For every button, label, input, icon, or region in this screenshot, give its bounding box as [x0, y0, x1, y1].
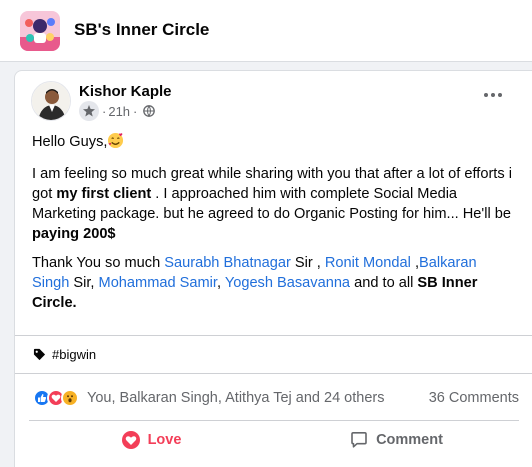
- post-paragraph-1: I am feeling so much great while sharing…: [32, 164, 512, 244]
- p2-text-c: ,: [410, 255, 419, 271]
- comment-icon: [351, 432, 367, 448]
- reaction-icons[interactable]: [33, 389, 79, 407]
- comment-label: Comment: [376, 432, 443, 448]
- tag-icon: [33, 348, 46, 360]
- p1-bold-first-client: my first client: [56, 186, 152, 202]
- action-bar: Love Comment: [29, 423, 519, 457]
- meta-separator: ·: [102, 103, 107, 119]
- post-paragraph-2: Thank You so much Saurabh Bhatnagar Sir …: [32, 253, 512, 313]
- more-options-icon[interactable]: [484, 89, 502, 101]
- group-title[interactable]: SB's Inner Circle: [74, 20, 209, 40]
- love-icon: [121, 431, 140, 449]
- comments-count[interactable]: 36 Comments: [429, 390, 519, 406]
- group-avatar-illustration-icon: [20, 11, 60, 51]
- love-button[interactable]: Love: [29, 423, 274, 457]
- divider: [29, 420, 519, 421]
- p2-text-d: Sir,: [69, 275, 99, 291]
- p2-text-b: Sir ,: [290, 255, 325, 271]
- hashtag-topic[interactable]: #bigwin: [33, 345, 96, 363]
- smiling-face-with-hearts-icon: [107, 132, 124, 155]
- group-member-badge-icon[interactable]: [79, 101, 99, 121]
- comment-button[interactable]: Comment: [274, 423, 519, 457]
- reactions-row: You, Balkaran Singh, Atithya Tej and 24 …: [33, 387, 519, 409]
- mention-yogesh-basavanna[interactable]: Yogesh Basavanna: [225, 275, 350, 291]
- p2-text-f: and to all: [350, 275, 418, 291]
- globe-icon[interactable]: [143, 105, 156, 117]
- hashtag-label: #bigwin: [52, 346, 97, 362]
- author-name[interactable]: Kishor Kaple: [79, 83, 172, 100]
- post-meta: · 21h ·: [79, 101, 156, 121]
- post-greeting-line: Hello Guys,: [32, 132, 512, 155]
- mention-ronit-mondal[interactable]: Ronit Mondal: [325, 255, 411, 271]
- p1-bold-payment: paying 200$: [32, 226, 116, 242]
- meta-separator-2: ·: [133, 103, 138, 119]
- divider: [15, 335, 532, 336]
- mention-saurabh-bhatnagar[interactable]: Saurabh Bhatnagar: [164, 255, 291, 271]
- post-greeting: Hello Guys,: [32, 134, 108, 150]
- love-label: Love: [147, 432, 182, 448]
- post-card: Kishor Kaple · 21h · Hello Guys, I am fe…: [14, 70, 532, 467]
- author-avatar[interactable]: [31, 81, 71, 121]
- post-body: Hello Guys, I am feeling so much great w…: [32, 132, 512, 322]
- post-timestamp[interactable]: 21h: [108, 104, 130, 119]
- mention-mohammad-samir[interactable]: Mohammad Samir: [99, 275, 217, 291]
- group-header: SB's Inner Circle: [0, 0, 532, 62]
- group-avatar[interactable]: [20, 11, 60, 51]
- reactions-summary[interactable]: You, Balkaran Singh, Atithya Tej and 24 …: [87, 390, 384, 406]
- p2-text-a: Thank You so much: [32, 255, 165, 271]
- author-photo-icon: [32, 82, 70, 120]
- p2-text-e: ,: [216, 275, 225, 291]
- wow-reaction-icon: [61, 389, 79, 407]
- divider: [15, 373, 532, 374]
